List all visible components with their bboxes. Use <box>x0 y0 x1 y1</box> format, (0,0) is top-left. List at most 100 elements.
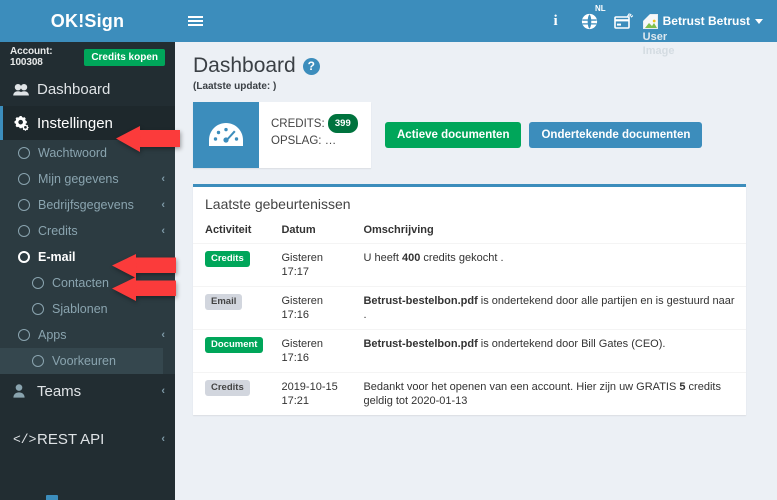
chevron-left-icon: ‹ <box>161 329 165 341</box>
cell-date: Gisteren 17:17 <box>269 243 352 287</box>
content-area: Dashboard ? (Laatste update: ) CREDITS: … <box>175 42 777 500</box>
sidebar-item-label: Teams <box>37 382 82 400</box>
sidebar-item-rest-api[interactable]: </> REST API ‹ <box>0 422 175 456</box>
circle-icon <box>32 303 44 315</box>
desc-post: is ondertekend door Bill Gates (CEO). <box>477 338 666 350</box>
account-label: Account: 100308 <box>10 46 53 68</box>
cell-description: U heeft 400 credits gekocht . <box>351 243 746 287</box>
column-header-activity: Activiteit <box>193 220 270 244</box>
sidebar-subitem-label: Voorkeuren <box>52 354 116 368</box>
cell-date: 2019-10-15 17:21 <box>269 372 352 415</box>
sidebar-subitem-voorkeuren[interactable]: Voorkeuren <box>0 348 163 374</box>
circle-icon <box>18 147 30 159</box>
page-title-text: Dashboard <box>193 54 296 77</box>
credit-card-icon[interactable] <box>607 0 641 42</box>
dashboard-icon <box>13 83 31 96</box>
status-badge: Document <box>205 337 264 353</box>
circle-icon <box>18 199 30 211</box>
sidebar-subitem-credits[interactable]: Credits ‹ <box>0 218 175 244</box>
storage-label: OPSLAG: <box>271 135 322 147</box>
help-icon[interactable]: ? <box>302 57 320 75</box>
code-icon: </> <box>13 431 37 447</box>
circle-icon <box>32 355 44 367</box>
chevron-left-icon: ‹ <box>161 199 165 211</box>
info-glyph: i <box>553 12 558 29</box>
desc-post: credits gekocht . <box>420 252 504 264</box>
table-row[interactable]: Credits Gisteren 17:17 U heeft 400 credi… <box>193 243 746 287</box>
sidebar-item-label: Dashboard <box>37 80 111 98</box>
avatar-alt-text: User Image <box>643 30 677 58</box>
desc-pre: Bedankt voor het openen van een account.… <box>363 381 680 393</box>
arrow-email <box>110 254 178 278</box>
desc-bold: 400 <box>401 252 421 264</box>
desc-pre: U heeft <box>363 252 402 264</box>
globe-icon[interactable]: NL <box>573 0 607 42</box>
user-menu[interactable]: User Image Betrust Betrust <box>641 0 771 57</box>
gears-icon <box>13 115 31 131</box>
sidebar-subitem-apps[interactable]: Apps ‹ <box>0 322 175 348</box>
user-icon <box>13 384 31 398</box>
avatar: User Image <box>642 13 674 57</box>
arrow-contacten <box>110 277 178 301</box>
main-area: i NL User Image Betrust Betrust Dashboar… <box>175 0 777 500</box>
brand-logo[interactable]: OK!Sign <box>0 0 175 42</box>
topbar-icon-group: i NL User Image Betrust Betrust <box>539 0 771 57</box>
cell-activity: Document <box>193 329 270 373</box>
chevron-left-icon: ‹ <box>161 433 165 445</box>
sidebar-item-label: REST API <box>37 430 105 448</box>
page-subtitle: (Laatste update: ) <box>193 81 277 92</box>
buy-credits-button[interactable]: Credits kopen <box>84 48 165 66</box>
account-row: Account: 100308 Credits kopen <box>0 42 175 72</box>
status-badge: Credits <box>205 251 250 267</box>
info-icon[interactable]: i <box>539 0 573 42</box>
hamburger-icon[interactable] <box>175 0 215 42</box>
sidebar-subitem-bedrijfsgegevens[interactable]: Bedrijfsgegevens ‹ <box>0 192 175 218</box>
language-badge: NL <box>594 4 606 13</box>
events-table: Activiteit Datum Omschrijving Credits Gi… <box>193 220 746 415</box>
events-panel: Laatste gebeurtenissen Activiteit Datum … <box>193 184 746 415</box>
info-row: CREDITS: 399 OPSLAG: … Actieve documente… <box>193 102 759 168</box>
chevron-left-icon: ‹ <box>161 173 165 185</box>
sidebar-item-teams[interactable]: Teams ‹ <box>0 374 175 408</box>
circle-icon <box>18 225 30 237</box>
table-row[interactable]: Credits 2019-10-15 17:21 Bedankt voor he… <box>193 372 746 415</box>
circle-icon <box>18 173 30 185</box>
document-buttons: Actieve documenten Ondertekende document… <box>385 102 703 148</box>
chevron-down-icon <box>755 18 763 24</box>
cell-description: Betrust-bestelbon.pdf is ondertekend doo… <box>351 329 746 373</box>
circle-icon <box>18 251 30 263</box>
table-row[interactable]: Document Gisteren 17:16 Betrust-bestelbo… <box>193 329 746 373</box>
sidebar-subitem-label: Bedrijfsgegevens <box>38 198 134 212</box>
status-badge: Credits <box>205 380 250 396</box>
brand-title: OK!Sign <box>50 10 125 31</box>
partial-bottom-icon <box>46 495 58 500</box>
circle-icon <box>18 329 30 341</box>
sidebar-subitem-label: Credits <box>38 224 78 238</box>
sidebar-item-dashboard[interactable]: Dashboard <box>0 72 175 106</box>
sidebar-subitem-mijn-gegevens[interactable]: Mijn gegevens ‹ <box>0 166 175 192</box>
sidebar: OK!Sign Account: 100308 Credits kopen Da… <box>0 0 175 500</box>
storage-value: … <box>324 135 337 147</box>
cell-date: Gisteren 17:16 <box>269 329 352 373</box>
desc-bold: Betrust-bestelbon.pdf <box>363 338 478 350</box>
signing-documents-button[interactable]: Ondertekende documenten <box>529 122 703 148</box>
column-header-date: Datum <box>269 220 352 244</box>
menu-spacer <box>0 456 175 492</box>
active-documents-button[interactable]: Actieve documenten <box>385 122 522 148</box>
column-header-description: Omschrijving <box>351 220 746 244</box>
cell-activity: Credits <box>193 243 270 287</box>
sidebar-subitem-label: Sjablonen <box>52 302 108 316</box>
chevron-left-icon: ‹ <box>161 385 165 397</box>
sidebar-item-help[interactable]: Help (interactieve gidsen) <box>0 492 175 500</box>
table-row[interactable]: Email Gisteren 17:16 Betrust-bestelbon.p… <box>193 286 746 330</box>
circle-icon <box>32 277 44 289</box>
events-panel-header: Laatste gebeurtenissen <box>193 187 746 220</box>
credits-line: CREDITS: 399 <box>271 114 371 133</box>
events-panel-title: Laatste gebeurtenissen <box>205 196 351 212</box>
sidebar-menu-lower: Teams ‹ </> REST API ‹ <box>0 374 175 500</box>
cell-description: Bedankt voor het openen van een account.… <box>351 372 746 415</box>
storage-line: OPSLAG: … <box>271 133 371 150</box>
desc-bold: Betrust-bestelbon.pdf <box>363 295 478 307</box>
page-title: Dashboard ? <box>193 54 759 78</box>
cell-description: Betrust-bestelbon.pdf is ondertekend doo… <box>351 286 746 330</box>
